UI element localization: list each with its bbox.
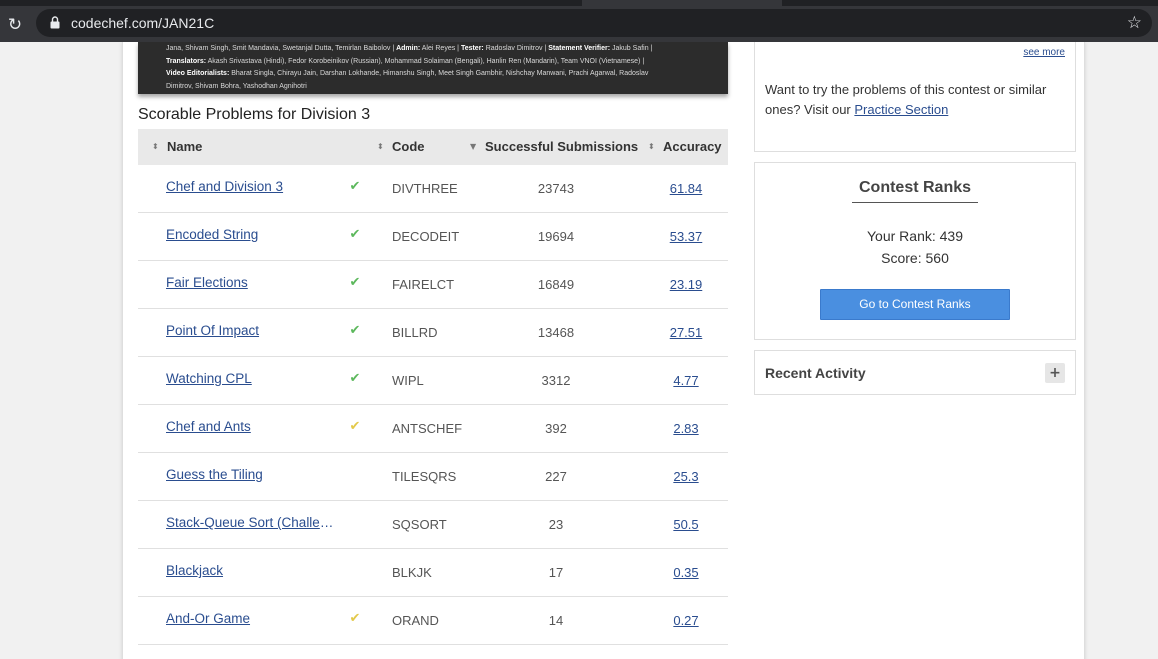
problem-code: DIVTHREE xyxy=(392,181,458,196)
address-bar[interactable]: codechef.com/JAN21C ☆ xyxy=(36,9,1152,37)
successful-submissions: 17 xyxy=(548,565,564,580)
header-successful-submissions[interactable]: Successful Submissions xyxy=(485,129,638,165)
problem-code: ANTSCHEF xyxy=(392,421,463,436)
table-row[interactable]: Stack-Queue Sort (Challenge) SQSORT 23 50.5 xyxy=(138,501,728,549)
header-code[interactable]: Code xyxy=(392,129,425,165)
problem-name-link[interactable]: Guess the Tiling xyxy=(166,453,336,500)
accuracy-link[interactable]: 4.77 xyxy=(660,357,712,404)
successful-submissions: 3312 xyxy=(541,373,571,388)
section-title: Scorable Problems for Division 3 xyxy=(138,106,371,123)
practice-section-link[interactable]: Practice Section xyxy=(854,102,948,117)
table-row[interactable]: Chef and Division 3 ✔ DIVTHREE 23743 61.84 xyxy=(138,165,728,213)
accuracy-link[interactable]: 0.27 xyxy=(660,597,712,644)
problem-name-link[interactable]: Chef and Division 3 xyxy=(166,165,336,212)
successful-submissions: 16849 xyxy=(537,277,575,292)
problem-name-link[interactable]: Blackjack xyxy=(166,549,336,596)
accuracy-link[interactable]: 25.3 xyxy=(660,453,712,500)
banner-line-1: Jana, Shivam Singh, Smit Mandavia, Sweta… xyxy=(166,45,653,52)
successful-submissions: 19694 xyxy=(537,229,575,244)
table-row[interactable]: Guess the Tiling TILESQRS 227 25.3 xyxy=(138,453,728,501)
accuracy-link[interactable]: 2.83 xyxy=(660,405,712,452)
solved-check-icon: ✔ xyxy=(349,371,361,386)
contest-banner: Jana, Shivam Singh, Smit Mandavia, Sweta… xyxy=(138,42,728,94)
problem-name-link[interactable]: Encoded String xyxy=(166,213,336,260)
practice-box: see more Want to try the problems of thi… xyxy=(754,42,1076,152)
table-row[interactable]: Blackjack BLKJK 17 0.35 xyxy=(138,549,728,597)
table-row[interactable]: Chef and Ants ✔ ANTSCHEF 392 2.83 xyxy=(138,405,728,453)
see-more-link[interactable]: see more xyxy=(1023,47,1065,58)
table-row[interactable]: Point Of Impact ✔ BILLRD 13468 27.51 xyxy=(138,309,728,357)
solved-check-icon: ✔ xyxy=(349,323,361,338)
banner-line-2: Translators: Akash Srivastava (Hindi), F… xyxy=(166,57,645,65)
sort-submissions-icon[interactable]: ▼ xyxy=(470,129,476,165)
successful-submissions: 227 xyxy=(545,469,567,484)
problem-code: BILLRD xyxy=(392,325,438,340)
plus-icon[interactable]: + xyxy=(1045,363,1065,383)
successful-submissions: 392 xyxy=(545,421,567,436)
problem-code: BLKJK xyxy=(392,565,432,580)
header-name[interactable]: Name xyxy=(167,129,202,165)
problem-name-link[interactable]: Chef and Ants xyxy=(166,405,336,452)
accuracy-link[interactable]: 0.35 xyxy=(660,549,712,596)
successful-submissions: 23 xyxy=(548,517,564,532)
partial-check-icon: ✔ xyxy=(349,611,361,626)
lock-icon xyxy=(50,16,60,29)
content-wrapper: Jana, Shivam Singh, Smit Mandavia, Sweta… xyxy=(122,42,1085,659)
problem-name-link[interactable]: Fair Elections xyxy=(166,261,336,308)
successful-submissions: 23743 xyxy=(537,181,575,196)
accuracy-link[interactable]: 23.19 xyxy=(660,261,712,308)
problem-code: ORAND xyxy=(392,613,439,628)
recent-activity-box: Recent Activity + xyxy=(754,350,1076,395)
sort-name-icon[interactable]: ⬍ xyxy=(152,129,159,165)
contest-ranks-title: Contest Ranks xyxy=(852,179,978,203)
browser-toolbar: ↻ codechef.com/JAN21C ☆ xyxy=(0,6,1158,42)
accuracy-link[interactable]: 27.51 xyxy=(660,309,712,356)
sort-code-icon[interactable]: ⬍ xyxy=(377,129,384,165)
problem-name-link[interactable]: Watching CPL xyxy=(166,357,336,404)
successful-submissions: 13468 xyxy=(537,325,575,340)
contest-ranks-box: Contest Ranks Your Rank: 439 Score: 560 … xyxy=(754,162,1076,340)
accuracy-link[interactable]: 61.84 xyxy=(660,165,712,212)
problem-name-link[interactable]: Stack-Queue Sort (Challenge) xyxy=(166,501,336,548)
table-body: Chef and Division 3 ✔ DIVTHREE 23743 61.84 En… xyxy=(138,165,728,645)
solved-check-icon: ✔ xyxy=(349,227,361,242)
table-row[interactable]: Watching CPL ✔ WIPL 3312 4.77 xyxy=(138,357,728,405)
header-accuracy[interactable]: Accuracy xyxy=(663,129,722,165)
problem-code: DECODEIT xyxy=(392,229,460,244)
sort-accuracy-icon[interactable]: ⬍ xyxy=(648,129,655,165)
banner-line-4: Dimitrov, Shivam Bohra, Yashodhan Agniho… xyxy=(166,82,307,90)
practice-text: Want to try the problems of this contest… xyxy=(765,82,1047,117)
url-text[interactable]: codechef.com/JAN21C xyxy=(71,9,214,37)
table-header: ⬍ Name ⬍ Code ▼ Successful Submissions ⬍… xyxy=(138,129,728,165)
solved-check-icon: ✔ xyxy=(349,275,361,290)
banner-line-3: Video Editorialists: Bharat Singla, Chir… xyxy=(166,70,649,77)
recent-activity-title: Recent Activity xyxy=(765,365,866,381)
problem-code: TILESQRS xyxy=(392,469,457,484)
page-viewport: Jana, Shivam Singh, Smit Mandavia, Sweta… xyxy=(0,42,1158,659)
reload-icon[interactable]: ↻ xyxy=(4,14,26,36)
go-to-contest-ranks-button[interactable]: Go to Contest Ranks xyxy=(820,289,1010,320)
your-rank: Your Rank: 439 xyxy=(867,228,963,244)
problem-name-link[interactable]: Point Of Impact xyxy=(166,309,336,356)
problem-code: FAIRELCT xyxy=(392,277,455,292)
accuracy-link[interactable]: 53.37 xyxy=(660,213,712,260)
problem-code: WIPL xyxy=(392,373,424,388)
problem-code: SQSORT xyxy=(392,517,447,532)
solved-check-icon: ✔ xyxy=(349,179,361,194)
table-row[interactable]: And-Or Game ✔ ORAND 14 0.27 xyxy=(138,597,728,645)
partial-check-icon: ✔ xyxy=(349,419,361,434)
problems-table: ⬍ Name ⬍ Code ▼ Successful Submissions ⬍… xyxy=(138,129,728,645)
problem-name-link[interactable]: And-Or Game xyxy=(166,597,336,644)
table-row[interactable]: Encoded String ✔ DECODEIT 19694 53.37 xyxy=(138,213,728,261)
bookmark-star-icon[interactable]: ☆ xyxy=(1127,9,1142,37)
score: Score: 560 xyxy=(881,250,949,266)
table-row[interactable]: Fair Elections ✔ FAIRELCT 16849 23.19 xyxy=(138,261,728,309)
successful-submissions: 14 xyxy=(548,613,564,628)
accuracy-link[interactable]: 50.5 xyxy=(660,501,712,548)
